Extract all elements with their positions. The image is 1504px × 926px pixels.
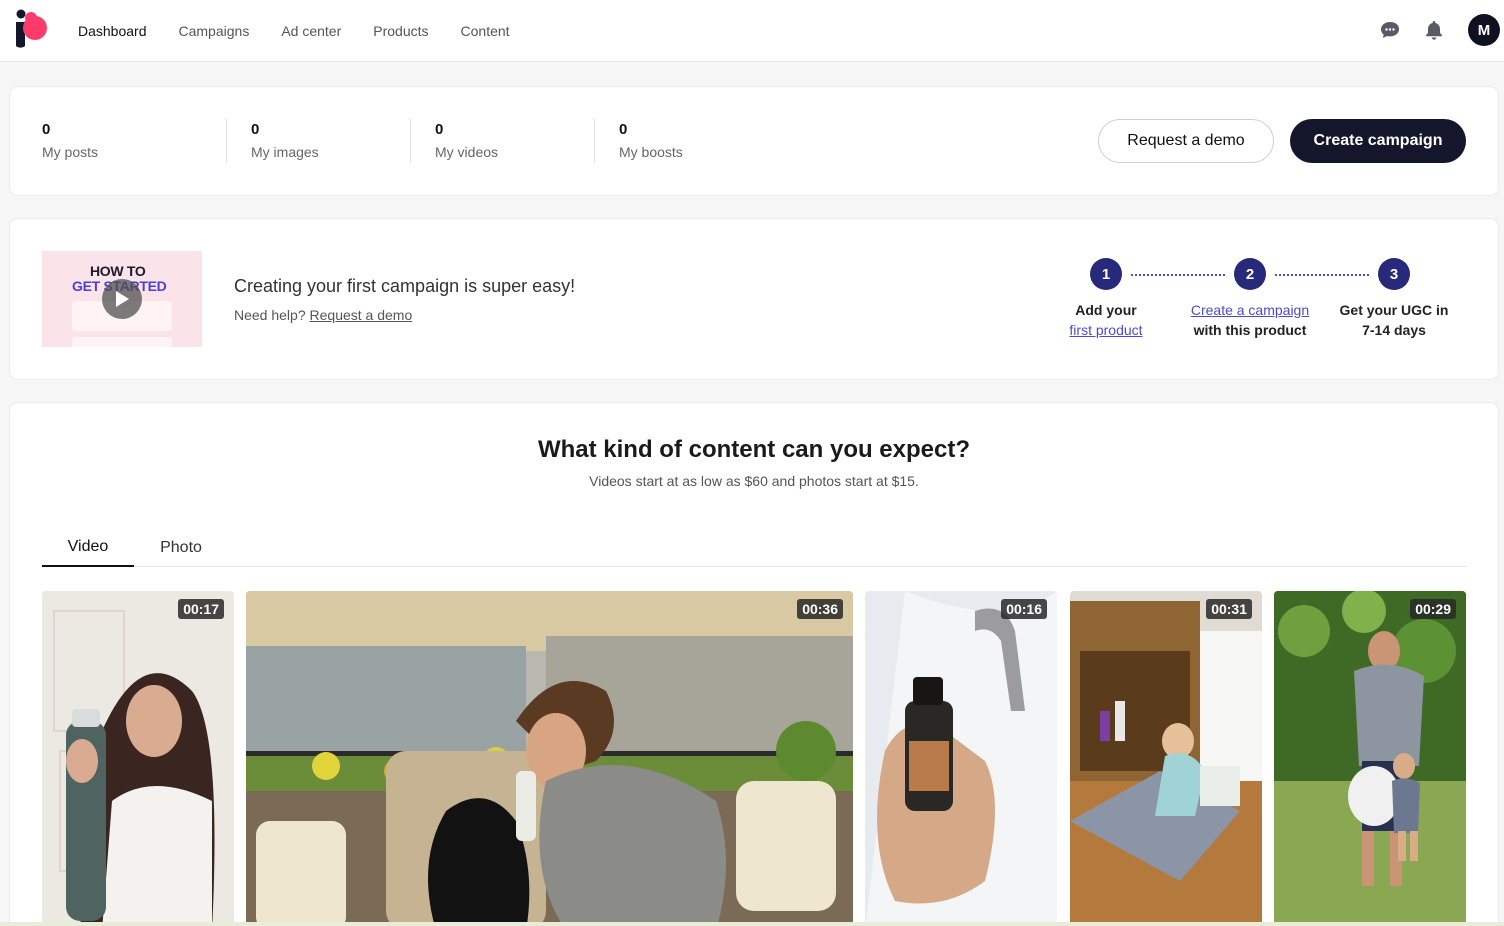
step-3-line1: Get your UGC in bbox=[1339, 302, 1449, 318]
step-connector bbox=[1275, 274, 1369, 276]
video-preview-image bbox=[865, 591, 1057, 926]
stat-label: My boosts bbox=[619, 144, 683, 160]
content-section-subtitle: Videos start at as low as $60 and photos… bbox=[589, 473, 919, 489]
help-text: Need help? Request a demo bbox=[234, 307, 412, 323]
tab-video[interactable]: Video bbox=[42, 528, 134, 567]
step-3-text: Get your UGC in 7-14 days bbox=[1329, 300, 1459, 340]
divider bbox=[594, 119, 595, 163]
video-thumbnail[interactable]: 00:16 bbox=[865, 591, 1057, 926]
content-section-title: What kind of content can you expect? bbox=[537, 436, 971, 463]
stat-value: 0 bbox=[435, 121, 444, 138]
stats-card: 0 My posts 0 My images 0 My videos 0 My … bbox=[10, 87, 1498, 195]
divider bbox=[226, 119, 227, 163]
step-1-badge: 1 bbox=[1090, 258, 1122, 290]
nav-products[interactable]: Products bbox=[373, 23, 428, 39]
video-duration-badge: 00:29 bbox=[1410, 599, 1456, 619]
tab-photo[interactable]: Photo bbox=[142, 528, 220, 567]
stat-value: 0 bbox=[42, 121, 51, 138]
bell-icon[interactable] bbox=[1424, 20, 1444, 40]
video-preview-image bbox=[246, 591, 853, 926]
play-icon[interactable] bbox=[102, 279, 142, 319]
nav-ad-center[interactable]: Ad center bbox=[281, 23, 341, 39]
add-first-product-link[interactable]: first product bbox=[1069, 322, 1142, 338]
stat-value: 0 bbox=[251, 121, 260, 138]
getting-started-card: HOW TO GET STARTED Creating your first c… bbox=[10, 219, 1498, 379]
content-type-tabs: Video Photo bbox=[42, 528, 1466, 567]
main-nav: Dashboard Campaigns Ad center Products C… bbox=[78, 0, 510, 62]
content-examples-card: What kind of content can you expect? Vid… bbox=[10, 403, 1498, 926]
nav-campaigns[interactable]: Campaigns bbox=[179, 23, 250, 39]
step-2-text: Create a campaign with this product bbox=[1185, 300, 1315, 340]
user-avatar[interactable]: M bbox=[1468, 14, 1500, 46]
stat-videos: 0 My videos bbox=[435, 121, 498, 160]
video-duration-badge: 00:36 bbox=[797, 599, 843, 619]
nav-content[interactable]: Content bbox=[461, 23, 510, 39]
stat-posts: 0 My posts bbox=[42, 121, 98, 160]
divider bbox=[410, 119, 411, 163]
step-connector bbox=[1131, 274, 1225, 276]
top-right-actions: M bbox=[1380, 14, 1500, 46]
stat-value: 0 bbox=[619, 121, 628, 138]
brand-logo-icon[interactable] bbox=[11, 8, 49, 54]
video-thumbnail[interactable]: 00:29 bbox=[1274, 591, 1466, 926]
step-3-badge: 3 bbox=[1378, 258, 1410, 290]
step-2-badge: 2 bbox=[1234, 258, 1266, 290]
top-navigation-bar: Dashboard Campaigns Ad center Products C… bbox=[0, 0, 1504, 62]
stat-label: My posts bbox=[42, 144, 99, 160]
step-1-line1: Add your bbox=[1075, 302, 1137, 318]
bottom-edge bbox=[0, 922, 1504, 926]
stat-images: 0 My images bbox=[251, 121, 319, 160]
request-demo-button[interactable]: Request a demo bbox=[1098, 119, 1274, 163]
video-thumbnail[interactable]: 00:31 bbox=[1070, 591, 1262, 926]
create-campaign-button[interactable]: Create campaign bbox=[1290, 119, 1466, 163]
how-to-video-thumbnail[interactable]: HOW TO GET STARTED bbox=[42, 251, 202, 347]
help-prefix: Need help? bbox=[234, 307, 306, 323]
chat-icon[interactable] bbox=[1380, 20, 1400, 40]
video-preview-image bbox=[1070, 591, 1262, 926]
stat-boosts: 0 My boosts bbox=[619, 121, 683, 160]
stat-label: My videos bbox=[435, 144, 499, 160]
step-3-line2: 7-14 days bbox=[1362, 322, 1426, 338]
video-thumbnail[interactable]: 00:36 bbox=[246, 591, 853, 926]
step-2-line2: with this product bbox=[1193, 322, 1307, 338]
getting-started-title: Creating your first campaign is super ea… bbox=[234, 276, 576, 296]
thumbnail-mock-card bbox=[72, 337, 172, 347]
nav-dashboard[interactable]: Dashboard bbox=[78, 23, 147, 39]
video-duration-badge: 00:17 bbox=[178, 599, 224, 619]
stat-label: My images bbox=[251, 144, 319, 160]
video-thumbnail[interactable]: 00:17 bbox=[42, 591, 234, 926]
thumbnail-title-line1: HOW TO bbox=[90, 263, 146, 279]
video-duration-badge: 00:31 bbox=[1206, 599, 1252, 619]
video-preview-image bbox=[1274, 591, 1466, 926]
video-duration-badge: 00:16 bbox=[1001, 599, 1047, 619]
video-preview-image bbox=[42, 591, 234, 926]
step-1-text: Add your first product bbox=[1041, 300, 1171, 340]
request-demo-link[interactable]: Request a demo bbox=[310, 307, 413, 323]
create-campaign-link[interactable]: Create a campaign bbox=[1191, 302, 1309, 318]
